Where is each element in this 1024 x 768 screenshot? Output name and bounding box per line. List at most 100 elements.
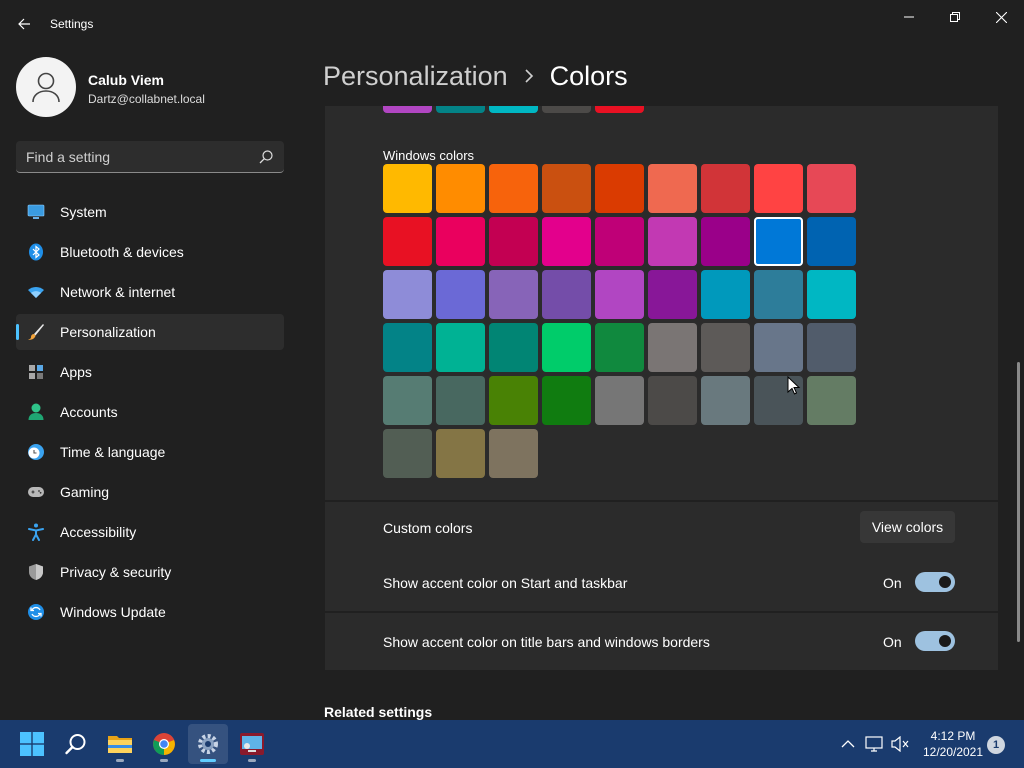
running-indicator [248, 759, 256, 762]
color-swatch[interactable] [807, 323, 856, 372]
sidebar-item-personalization[interactable]: Personalization [16, 314, 284, 350]
color-swatch[interactable] [489, 270, 538, 319]
recent-color-swatch[interactable] [489, 106, 538, 113]
sidebar-item-apps[interactable]: Apps [16, 354, 284, 390]
color-swatch[interactable] [701, 217, 750, 266]
custom-colors-label: Custom colors [383, 520, 473, 536]
color-swatch[interactable] [701, 164, 750, 213]
sidebar-item-bluetooth[interactable]: Bluetooth & devices [16, 234, 284, 270]
user-profile[interactable]: Calub Viem Dartz@collabnet.local [16, 57, 286, 117]
color-swatch[interactable] [807, 217, 856, 266]
sidebar-item-windows-update[interactable]: Windows Update [16, 594, 284, 630]
search-icon[interactable] [258, 149, 274, 165]
color-swatch[interactable] [595, 323, 644, 372]
color-swatch[interactable] [542, 164, 591, 213]
mouse-cursor-icon [787, 376, 801, 395]
recent-color-swatch[interactable] [595, 106, 644, 113]
chevron-up-icon [841, 740, 855, 748]
color-swatch[interactable] [754, 270, 803, 319]
toggle-state-label: On [883, 575, 902, 591]
sidebar-item-accounts[interactable]: Accounts [16, 394, 284, 430]
chrome-button[interactable] [144, 724, 184, 764]
color-swatch[interactable] [701, 376, 750, 425]
color-swatch[interactable] [436, 429, 485, 478]
taskbar-search-button[interactable] [56, 724, 96, 764]
start-button[interactable] [12, 724, 52, 764]
color-swatch[interactable] [807, 270, 856, 319]
folder-icon [108, 736, 132, 753]
color-swatch[interactable] [648, 164, 697, 213]
related-settings-heading: Related settings [324, 704, 433, 720]
color-swatch[interactable] [383, 270, 432, 319]
color-swatch[interactable] [648, 376, 697, 425]
color-swatch[interactable] [436, 270, 485, 319]
breadcrumb-parent[interactable]: Personalization [323, 61, 508, 92]
color-swatch[interactable] [489, 217, 538, 266]
color-swatch[interactable] [595, 270, 644, 319]
color-swatch[interactable] [489, 376, 538, 425]
notification-badge[interactable]: 1 [987, 736, 1005, 754]
volume-muted-icon [891, 736, 909, 752]
color-swatch[interactable] [542, 217, 591, 266]
color-swatch[interactable] [489, 429, 538, 478]
sidebar-item-accessibility[interactable]: Accessibility [16, 514, 284, 550]
close-button[interactable] [978, 4, 1024, 30]
scrollbar[interactable] [1017, 362, 1020, 642]
accent-start-taskbar-toggle[interactable] [915, 572, 955, 592]
color-swatch[interactable] [754, 164, 803, 213]
file-explorer-button[interactable] [100, 724, 140, 764]
accent-title-bars-toggle[interactable] [915, 631, 955, 651]
sidebar-item-label: Bluetooth & devices [60, 244, 184, 260]
sidebar-item-gaming[interactable]: Gaming [16, 474, 284, 510]
search-input[interactable] [16, 141, 246, 172]
color-swatch[interactable] [436, 376, 485, 425]
sidebar-item-privacy[interactable]: Privacy & security [16, 554, 284, 590]
recent-color-swatch[interactable] [542, 106, 591, 113]
color-swatch[interactable] [807, 164, 856, 213]
color-swatch[interactable] [807, 376, 856, 425]
color-swatch[interactable] [542, 323, 591, 372]
search-box[interactable] [16, 141, 284, 173]
settings-taskbar-button[interactable] [188, 724, 228, 764]
back-button[interactable] [12, 12, 36, 36]
color-swatch[interactable] [648, 323, 697, 372]
color-swatch[interactable] [595, 164, 644, 213]
clock[interactable]: 4:12 PM 12/20/2021 [918, 728, 988, 760]
color-swatch[interactable] [754, 217, 803, 266]
color-swatch[interactable] [701, 323, 750, 372]
color-swatch[interactable] [648, 217, 697, 266]
show-hidden-icons-button[interactable] [836, 732, 860, 756]
color-swatch[interactable] [595, 376, 644, 425]
color-swatch[interactable] [648, 270, 697, 319]
color-swatch[interactable] [383, 164, 432, 213]
color-swatch[interactable] [489, 164, 538, 213]
recent-color-swatch[interactable] [383, 106, 432, 113]
view-colors-button[interactable]: View colors [860, 511, 955, 543]
sidebar-item-time-language[interactable]: Time & language [16, 434, 284, 470]
recent-color-swatch[interactable] [436, 106, 485, 113]
sidebar-item-network[interactable]: Network & internet [16, 274, 284, 310]
volume-tray-button[interactable] [888, 732, 912, 756]
color-swatch[interactable] [701, 270, 750, 319]
remote-desktop-button[interactable] [232, 724, 272, 764]
color-swatch[interactable] [542, 376, 591, 425]
color-swatch[interactable] [383, 217, 432, 266]
color-swatch[interactable] [754, 323, 803, 372]
network-tray-button[interactable] [862, 732, 886, 756]
color-swatch[interactable] [436, 217, 485, 266]
color-swatch[interactable] [436, 164, 485, 213]
avatar [16, 57, 76, 117]
color-swatch[interactable] [489, 323, 538, 372]
color-swatch[interactable] [383, 429, 432, 478]
color-swatch[interactable] [436, 323, 485, 372]
minimize-button[interactable] [886, 4, 932, 30]
color-swatch[interactable] [383, 376, 432, 425]
color-swatch[interactable] [542, 270, 591, 319]
sidebar-item-system[interactable]: System [16, 194, 284, 230]
apps-icon [26, 362, 46, 382]
color-swatch[interactable] [595, 217, 644, 266]
accent-start-taskbar-label: Show accent color on Start and taskbar [383, 575, 628, 591]
restore-button[interactable] [932, 4, 978, 30]
color-swatch[interactable] [383, 323, 432, 372]
accent-title-bars-label: Show accent color on title bars and wind… [383, 634, 710, 650]
